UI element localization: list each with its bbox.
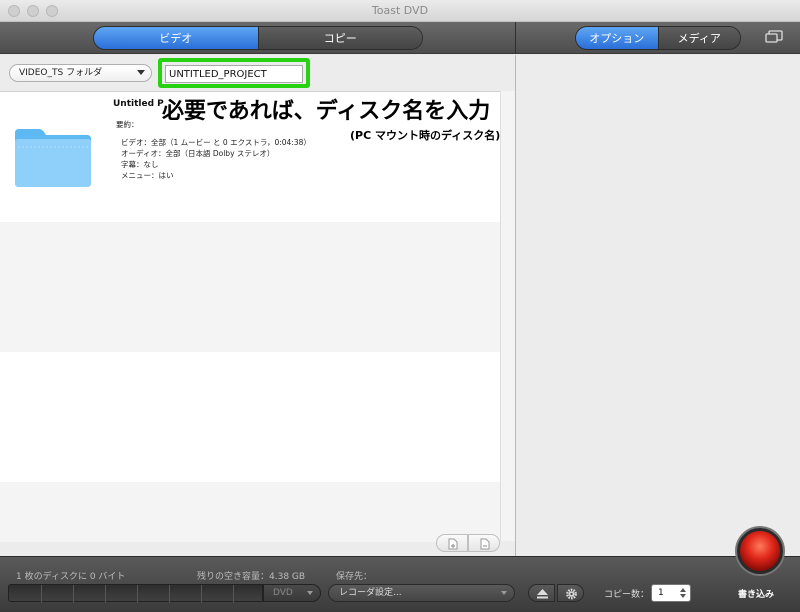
- toolbar: ビデオ コピー オプション メディア: [0, 22, 800, 54]
- toolbar-divider: [515, 22, 516, 54]
- copies-label: コピー数：: [604, 590, 650, 600]
- copies-stepper[interactable]: 1: [651, 584, 691, 602]
- capacity-meter: [8, 584, 263, 603]
- recorder-value: レコーダ設定...: [339, 588, 402, 598]
- side-panel-tabs: オプション メディア: [575, 26, 741, 50]
- source-type-select[interactable]: VIDEO_TS フォルダ: [9, 64, 152, 82]
- list-row-empty: [0, 482, 500, 542]
- free-space-text: 残りの空き容量：4.38 GB: [197, 572, 306, 582]
- destination-label: 保存先：: [336, 572, 373, 582]
- eject-icon: [537, 589, 548, 599]
- stepper-arrows-icon[interactable]: [679, 587, 687, 599]
- item-detail-audio: オーディオ：全部（日本語 Dolby ステレオ）: [121, 149, 275, 158]
- media-type-value: DVD: [273, 588, 293, 598]
- bottom-bar: 1 枚のディスクに 0 バイト 残りの空き容量：4.38 GB 保存先： DVD…: [0, 556, 800, 612]
- list-row-empty: [0, 222, 500, 352]
- source-type-value: VIDEO_TS フォルダ: [19, 68, 103, 78]
- content-list: Untitled P 要約： ビデオ：全部（1 ムービー と 0 エクストラ，0…: [0, 91, 500, 542]
- burn-label: 書き込み: [738, 590, 775, 600]
- item-detail-menu: メニュー：はい: [121, 171, 174, 180]
- tab-media[interactable]: メディア: [657, 27, 740, 49]
- settings-button[interactable]: [557, 584, 584, 602]
- options-pane: [516, 55, 800, 556]
- item-detail-subtitles: 字幕：なし: [121, 160, 159, 169]
- title-bar: Toast DVD: [0, 0, 800, 22]
- item-detail-video: ビデオ：全部（1 ムービー と 0 エクストラ，0:04:38）: [121, 138, 311, 147]
- disc-name-input[interactable]: [165, 65, 303, 83]
- window-title: Toast DVD: [371, 4, 429, 17]
- annotation-subtitle: (PC マウント時のディスク名): [350, 129, 501, 142]
- annotation-headline: 必要であれば、ディスク名を入力: [162, 99, 491, 124]
- media-type-select[interactable]: DVD: [263, 584, 321, 602]
- tab-video[interactable]: ビデオ: [94, 27, 258, 49]
- folder-icon: [15, 129, 91, 187]
- list-scrollbar[interactable]: [500, 91, 515, 541]
- tab-copy[interactable]: コピー: [257, 27, 422, 49]
- copies-value: 1: [658, 588, 664, 598]
- chevron-down-icon: [501, 591, 507, 595]
- eject-button[interactable]: [528, 584, 555, 602]
- remove-document-icon: [480, 538, 490, 550]
- remove-item-button[interactable]: [468, 534, 500, 552]
- chevron-down-icon: [137, 70, 145, 75]
- video-pane: VIDEO_TS フォルダ Untitled P 要約： ビデオ：全部（1 ムー…: [0, 55, 515, 556]
- main-mode-tabs: ビデオ コピー: [93, 26, 423, 50]
- add-item-button[interactable]: [436, 534, 468, 552]
- recorder-select[interactable]: レコーダ設定...: [328, 584, 515, 602]
- burn-button[interactable]: [737, 528, 783, 574]
- item-summary-label: 要約：: [116, 120, 139, 129]
- disc-usage-text: 1 枚のディスクに 0 バイト: [16, 572, 126, 582]
- chevron-down-icon: [307, 591, 313, 595]
- item-title: Untitled P: [113, 99, 164, 109]
- add-document-icon: [448, 538, 458, 550]
- display-icon[interactable]: [765, 30, 783, 44]
- tab-options[interactable]: オプション: [576, 27, 658, 49]
- gear-icon: [566, 588, 577, 600]
- app-window: Toast DVD ビデオ コピー オプション メディア VIDEO_TS フォ…: [0, 0, 800, 612]
- list-row-empty: [0, 352, 500, 482]
